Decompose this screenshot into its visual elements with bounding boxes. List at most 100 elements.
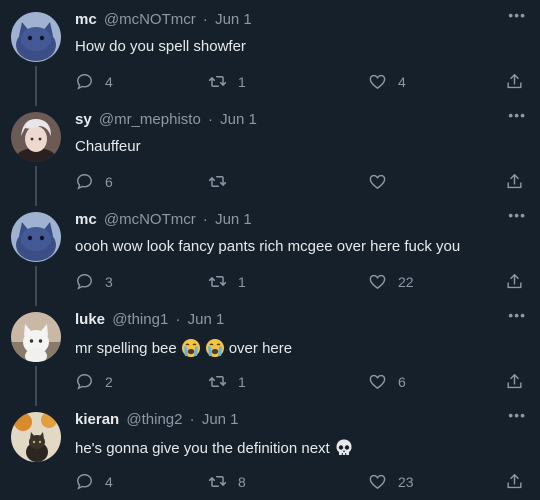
blue-cat-avatar-icon: [11, 212, 61, 262]
tweet[interactable]: kieran @thing2 · Jun 1 ••• he's gonna gi…: [0, 400, 540, 500]
retweet-icon: [208, 172, 227, 191]
share-button[interactable]: [505, 372, 524, 391]
tweet-date[interactable]: Jun 1: [215, 11, 252, 28]
tweet-date[interactable]: Jun 1: [220, 111, 257, 128]
display-name[interactable]: mc: [75, 211, 97, 228]
tweet-header: sy @mr_mephisto · Jun 1: [75, 111, 257, 128]
tweet-actions: 2 1 6: [75, 372, 525, 394]
like-icon: [368, 472, 387, 491]
retweet-button[interactable]: 8: [208, 472, 246, 491]
share-button[interactable]: [505, 272, 524, 291]
user-handle[interactable]: @mcNOTmcr: [104, 211, 196, 228]
retweet-button[interactable]: 1: [208, 72, 246, 91]
separator-dot: ·: [189, 411, 195, 428]
share-icon: [505, 72, 524, 91]
loudly-crying-face-icon: [181, 339, 200, 357]
retweet-count: 1: [238, 273, 246, 290]
more-options-icon[interactable]: •••: [508, 8, 526, 22]
share-icon: [505, 472, 524, 491]
tweet[interactable]: mc @mcNOTmcr · Jun 1 ••• How do you spel…: [0, 0, 540, 100]
like-count: 6: [398, 373, 406, 390]
avatar[interactable]: [11, 12, 61, 62]
like-button[interactable]: [368, 172, 398, 191]
avatar[interactable]: [11, 412, 61, 462]
reply-count: 4: [105, 473, 113, 490]
separator-dot: ·: [202, 211, 208, 228]
retweet-icon: [208, 272, 227, 291]
tweet-date[interactable]: Jun 1: [215, 211, 252, 228]
tweet-text: How do you spell showfer: [75, 38, 246, 55]
reply-button[interactable]: 2: [75, 372, 113, 391]
reply-icon: [75, 372, 94, 391]
reply-button[interactable]: 4: [75, 72, 113, 91]
tweet-text: he's gonna give you the definition next: [75, 438, 354, 458]
like-button[interactable]: 22: [368, 272, 414, 291]
display-name[interactable]: mc: [75, 11, 97, 28]
retweet-count: 8: [238, 473, 246, 490]
like-icon: [368, 272, 387, 291]
like-icon: [368, 72, 387, 91]
tweet-text-content: How do you spell showfer: [75, 38, 246, 55]
share-button[interactable]: [505, 172, 524, 191]
share-icon: [505, 372, 524, 391]
like-button[interactable]: 4: [368, 72, 406, 91]
reply-count: 6: [105, 173, 113, 190]
reply-icon: [75, 472, 94, 491]
share-icon: [505, 172, 524, 191]
tweet-text-content: mr spelling bee: [75, 339, 177, 357]
display-name[interactable]: sy: [75, 111, 92, 128]
tweet-date[interactable]: Jun 1: [188, 311, 225, 328]
tweet-text: mr spelling bee over here: [75, 338, 292, 358]
avatar[interactable]: [11, 112, 61, 162]
user-handle[interactable]: @mcNOTmcr: [104, 11, 196, 28]
display-name[interactable]: luke: [75, 311, 105, 328]
tweet[interactable]: sy @mr_mephisto · Jun 1 ••• Chauffeur 6: [0, 100, 540, 200]
user-handle[interactable]: @mr_mephisto: [99, 111, 201, 128]
share-button[interactable]: [505, 72, 524, 91]
like-button[interactable]: 23: [368, 472, 414, 491]
more-options-icon[interactable]: •••: [508, 308, 526, 322]
tweet[interactable]: luke @thing1 · Jun 1 ••• mr spelling bee…: [0, 300, 540, 400]
retweet-button[interactable]: 1: [208, 372, 246, 391]
more-options-icon[interactable]: •••: [508, 408, 526, 422]
retweet-icon: [208, 72, 227, 91]
tweet-header: luke @thing1 · Jun 1: [75, 311, 224, 328]
reply-icon: [75, 272, 94, 291]
tweet-header: mc @mcNOTmcr · Jun 1: [75, 11, 252, 28]
user-handle[interactable]: @thing1: [112, 311, 168, 328]
like-count: 22: [398, 273, 414, 290]
tweet-date[interactable]: Jun 1: [202, 411, 239, 428]
reply-button[interactable]: 4: [75, 472, 113, 491]
retweet-count: 1: [238, 73, 246, 90]
share-button[interactable]: [505, 472, 524, 491]
reply-button[interactable]: 6: [75, 172, 113, 191]
like-button[interactable]: 6: [368, 372, 406, 391]
more-options-icon[interactable]: •••: [508, 208, 526, 222]
separator-dot: ·: [202, 11, 208, 28]
more-options-icon[interactable]: •••: [508, 108, 526, 122]
reply-icon: [75, 72, 94, 91]
reply-button[interactable]: 3: [75, 272, 113, 291]
tweet-text-content: he's gonna give you the definition next: [75, 439, 330, 457]
retweet-icon: [208, 472, 227, 491]
retweet-icon: [208, 372, 227, 391]
avatar[interactable]: [11, 212, 61, 262]
retweet-button[interactable]: [208, 172, 238, 191]
display-name[interactable]: kieran: [75, 411, 119, 428]
avatar[interactable]: [11, 312, 61, 362]
tweet-actions: 4 1 4: [75, 72, 525, 94]
retweet-button[interactable]: 1: [208, 272, 246, 291]
reply-count: 4: [105, 73, 113, 90]
reply-count: 3: [105, 273, 113, 290]
like-count: 4: [398, 73, 406, 90]
tweet-text-content: oooh wow look fancy pants rich mcgee ove…: [75, 238, 461, 255]
tweet-actions: 3 1 22: [75, 272, 525, 294]
retweet-count: 1: [238, 373, 246, 390]
tweet-text-content: Chauffeur: [75, 138, 141, 155]
white-cat-avatar-icon: [11, 312, 61, 362]
reply-icon: [75, 172, 94, 191]
tweet[interactable]: mc @mcNOTmcr · Jun 1 ••• oooh wow look f…: [0, 200, 540, 300]
loudly-crying-face-icon: [205, 339, 224, 357]
user-handle[interactable]: @thing2: [126, 411, 182, 428]
anime-boy-avatar-icon: [11, 112, 61, 162]
